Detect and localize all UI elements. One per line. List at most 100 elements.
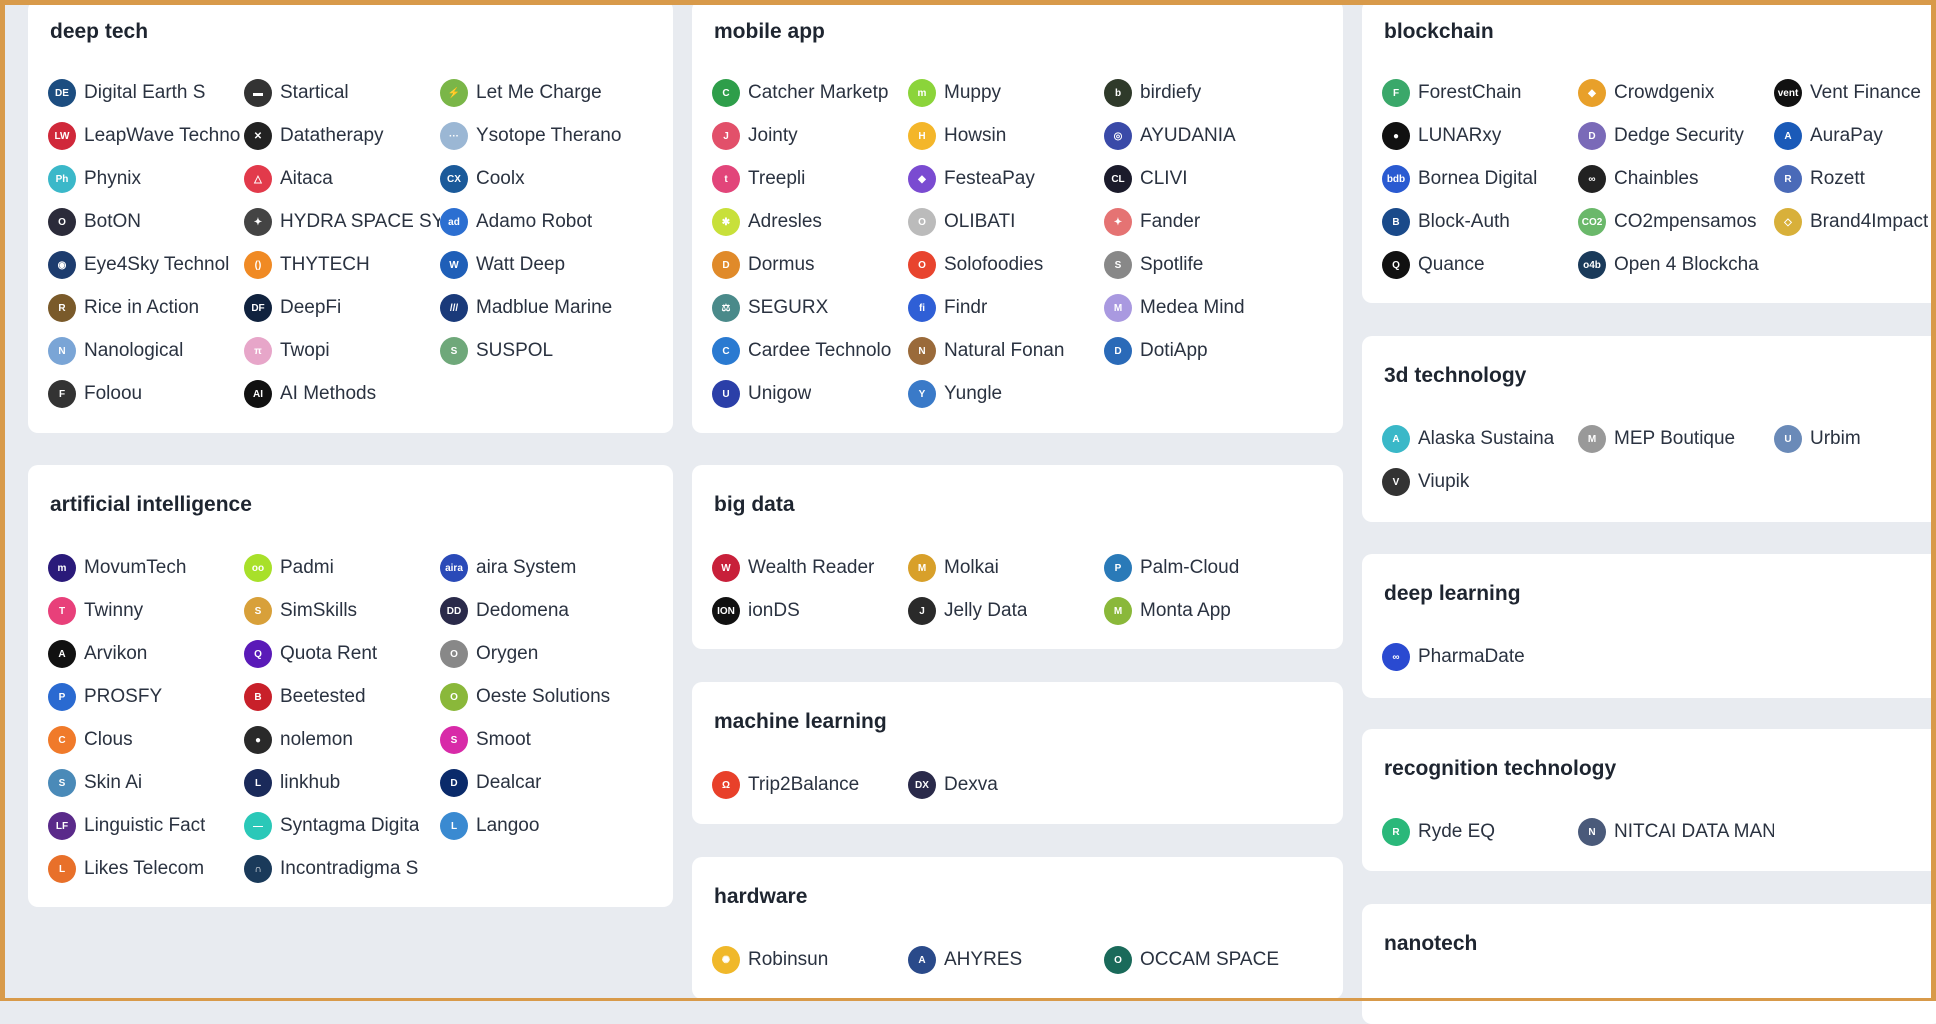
company-link[interactable]: LF Linguistic Fact [48,811,205,841]
company-link[interactable]: A AHYRES [908,945,1022,975]
company-link[interactable]: O Orygen [440,639,538,669]
company-link[interactable]: S Smoot [440,725,531,755]
company-link[interactable]: W Watt Deep [440,250,565,280]
company-link[interactable]: ▬ Startical [244,78,349,108]
company-link[interactable]: R Ryde EQ [1382,817,1495,847]
company-link[interactable]: CL CLIVI [1104,164,1188,194]
company-link[interactable]: H Howsin [908,121,1006,151]
company-link[interactable]: O OCCAM SPACE [1104,945,1279,975]
company-link[interactable]: N Natural Fonan [908,336,1064,366]
company-link[interactable]: Y Yungle [908,379,1002,409]
company-link[interactable]: vent Vent Finance [1774,78,1921,108]
company-link[interactable]: ✦ Fander [1104,207,1200,237]
company-link[interactable]: M Monta App [1104,596,1231,626]
company-link[interactable]: fi Findr [908,293,987,323]
company-link[interactable]: π Twopi [244,336,330,366]
company-link[interactable]: A Alaska Sustaina [1382,424,1554,454]
company-link[interactable]: () THYTECH [244,250,370,280]
company-link[interactable]: ION ionDS [712,596,800,626]
company-link[interactable]: DD Dedomena [440,596,569,626]
company-link[interactable]: ⚡ Let Me Charge [440,78,602,108]
company-link[interactable]: T Twinny [48,596,143,626]
company-link[interactable]: Llinkhub [244,768,340,798]
company-link[interactable]: ◇ Brand4Impact [1774,207,1928,237]
company-link[interactable]: ◆ Crowdgenix [1578,78,1714,108]
company-link[interactable]: ✕ Datatherapy [244,121,384,151]
company-link[interactable]: O Oeste Solutions [440,682,610,712]
company-link[interactable]: ◎ AYUDANIA [1104,121,1236,151]
company-link[interactable]: S Spotlife [1104,250,1203,280]
company-link[interactable]: P PROSFY [48,682,162,712]
company-link[interactable]: ● LUNARxy [1382,121,1501,151]
company-link[interactable]: ad Adamo Robot [440,207,592,237]
company-link[interactable]: D Dormus [712,250,815,280]
company-link[interactable]: Ω Trip2Balance [712,770,859,800]
company-link[interactable]: m MovumTech [48,553,186,583]
company-link[interactable]: R Rozett [1774,164,1865,194]
company-link[interactable]: M Medea Mind [1104,293,1245,323]
company-link[interactable]: LW LeapWave Techno [48,121,240,151]
company-link[interactable]: Q Quance [1382,250,1485,280]
company-link[interactable]: A AuraPay [1774,121,1883,151]
company-link[interactable]: O OLIBATI [908,207,1015,237]
company-link[interactable]: ◉ Eye4Sky Technol [48,250,229,280]
company-link[interactable]: ∞ Chainbles [1578,164,1699,194]
company-link[interactable]: aira aira System [440,553,576,583]
company-link[interactable]: N Nanological [48,336,183,366]
company-link[interactable]: C Clous [48,725,133,755]
company-link[interactable]: ✺ Robinsun [712,945,828,975]
company-link[interactable]: W Wealth Reader [712,553,874,583]
company-link[interactable]: ◆ FesteaPay [908,164,1035,194]
company-link[interactable]: M Molkai [908,553,999,583]
company-link[interactable]: AI AI Methods [244,379,376,409]
company-link[interactable]: L Langoo [440,811,539,841]
company-link[interactable]: oo Padmi [244,553,334,583]
company-link[interactable]: o4b Open 4 Blockcha [1578,250,1759,280]
company-link[interactable]: B Block-Auth [1382,207,1510,237]
company-link[interactable]: O BotON [48,207,141,237]
company-link[interactable]: ● nolemon [244,725,353,755]
company-link[interactable]: CO2 CO2mpensamos [1578,207,1757,237]
company-link[interactable]: — Syntagma Digita [244,811,419,841]
company-link[interactable]: O Solofoodies [908,250,1043,280]
company-link[interactable]: DE Digital Earth S [48,78,205,108]
company-link[interactable]: m Muppy [908,78,1001,108]
company-link[interactable]: b birdiefy [1104,78,1201,108]
company-link[interactable]: V Viupik [1382,467,1469,497]
company-link[interactable]: ··· Ysotope Therano [440,121,621,151]
company-link[interactable]: S SUSPOL [440,336,553,366]
company-link[interactable]: S Skin Ai [48,768,142,798]
company-link[interactable]: S SimSkills [244,596,357,626]
company-link[interactable]: ⚖ SEGURX [712,293,828,323]
company-link[interactable]: D Dedge Security [1578,121,1744,151]
company-link[interactable]: ∞ PharmaDate [1382,642,1525,672]
company-link[interactable]: /// Madblue Marine [440,293,612,323]
company-link[interactable]: A Arvikon [48,639,147,669]
company-link[interactable]: bdb Bornea Digital [1382,164,1537,194]
company-link[interactable]: Ph Phynix [48,164,141,194]
company-link[interactable]: P Palm-Cloud [1104,553,1239,583]
company-link[interactable]: CX Coolx [440,164,525,194]
company-link[interactable]: ✱ Adresles [712,207,822,237]
company-link[interactable]: N NITCAI DATA MAN [1578,817,1774,847]
company-link[interactable]: C Catcher Marketp [712,78,888,108]
company-link[interactable]: Q Quota Rent [244,639,377,669]
company-link[interactable]: U Unigow [712,379,811,409]
company-link[interactable]: B Beetested [244,682,366,712]
company-link[interactable]: M MEP Boutique [1578,424,1735,454]
company-link[interactable]: ∩ Incontradigma S [244,854,418,884]
company-link[interactable]: D DotiApp [1104,336,1208,366]
company-link[interactable]: D Dealcar [440,768,541,798]
company-link[interactable]: J Jointy [712,121,798,151]
company-link[interactable]: J Jelly Data [908,596,1027,626]
company-link[interactable]: L Likes Telecom [48,854,204,884]
company-link[interactable]: DX Dexva [908,770,998,800]
company-link[interactable]: U Urbim [1774,424,1861,454]
company-link[interactable]: t Treepli [712,164,805,194]
company-link[interactable]: F Foloou [48,379,142,409]
company-link[interactable]: C Cardee Technolo [712,336,891,366]
company-link[interactable]: R Rice in Action [48,293,199,323]
company-link[interactable]: DF DeepFi [244,293,341,323]
company-link[interactable]: F ForestChain [1382,78,1522,108]
company-link[interactable]: ✦ HYDRA SPACE SYS [244,207,440,237]
